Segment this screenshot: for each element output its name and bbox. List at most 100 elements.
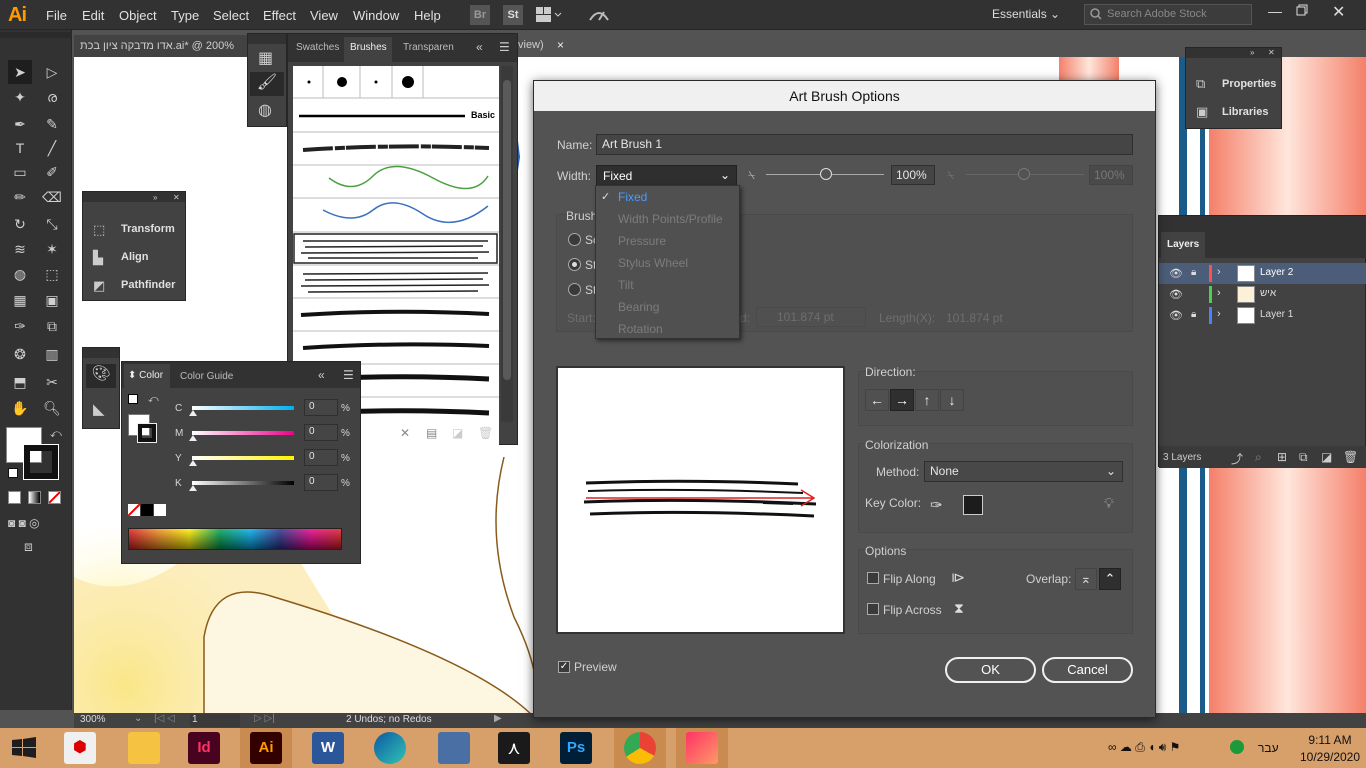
name-input[interactable]: Art Brush 1 — [596, 134, 1133, 155]
color-stroke-swatch[interactable] — [137, 423, 157, 443]
slider-value-y[interactable]: 0 — [304, 449, 338, 466]
remove-stroke-icon[interactable]: ✕ — [400, 426, 410, 440]
line-tool-icon[interactable]: ╱ — [40, 136, 64, 160]
eyedropper-tool-icon[interactable]: ✑ — [8, 314, 32, 338]
color-panel-icon[interactable]: 🎨︎ — [86, 364, 116, 388]
next-artboard-icon[interactable]: ▷ ▷| — [254, 713, 275, 724]
tips-lightbulb-icon[interactable]: 💡︎ — [1104, 495, 1114, 512]
direction-left-button[interactable]: ← — [865, 389, 889, 411]
close-window-icon[interactable]: ✕ — [1332, 2, 1345, 22]
rectangle-tool-icon[interactable]: ▭ — [8, 160, 32, 184]
input-language[interactable]: עבר — [1258, 741, 1279, 755]
locate-object-icon[interactable]: ⌕ — [1255, 450, 1262, 465]
blend-tool-icon[interactable]: ⧉ — [40, 314, 64, 338]
mini-swap-icon[interactable]: ⤺ — [148, 394, 159, 405]
photoshop-icon[interactable]: Ps — [560, 732, 592, 764]
search-stock-input[interactable]: Search Adobe Stock — [1084, 4, 1252, 25]
visibility-eye-icon[interactable]: 👁︎ — [1169, 267, 1183, 280]
libraries-label[interactable]: Libraries — [1222, 106, 1268, 118]
slider-track-k[interactable] — [192, 481, 294, 485]
visibility-eye-icon[interactable]: 👁︎ — [1169, 288, 1183, 301]
zoom-level[interactable]: 300% — [80, 714, 106, 725]
eraser-tool-icon[interactable]: ⌫ — [40, 185, 64, 209]
direction-up-button[interactable]: ↑ — [915, 389, 939, 411]
slider-value-c[interactable]: 0 — [304, 399, 338, 416]
puppet-warp-tool-icon[interactable]: ✶ — [40, 237, 64, 261]
symbol-sprayer-tool-icon[interactable]: ❂ — [8, 342, 32, 366]
delete-brush-icon[interactable]: 🗑︎ — [478, 426, 493, 440]
zoom-dropdown-icon[interactable]: ⌄ — [134, 713, 142, 724]
scale-tool-icon[interactable]: ⤡ — [40, 212, 64, 236]
width-percent-input[interactable]: 100% — [891, 165, 935, 185]
menu-edit[interactable]: Edit — [82, 8, 104, 23]
lock-icon[interactable]: 🔒︎ — [1191, 267, 1196, 278]
slider-value-k[interactable]: 0 — [304, 474, 338, 491]
layer-name[interactable]: Layer 2 — [1260, 267, 1293, 278]
close-dock-icon[interactable]: ✕ — [1268, 48, 1275, 57]
none-mode-icon[interactable] — [48, 491, 61, 504]
pathfinder-icon[interactable]: ◩ — [93, 278, 105, 294]
gradient-tool-icon[interactable]: ▣ — [40, 288, 64, 312]
direction-right-button[interactable]: → — [890, 389, 914, 411]
indesign-icon[interactable]: Id — [188, 732, 220, 764]
stretch-to-fit-radio[interactable] — [568, 258, 581, 271]
close-panel-icon[interactable]: ✕ — [173, 193, 180, 202]
creative-cloud-icon[interactable] — [686, 732, 718, 764]
curvature-tool-icon[interactable]: ✎ — [40, 112, 64, 136]
new-layer-icon[interactable]: ◪ — [1321, 450, 1332, 464]
menu-effect[interactable]: Effect — [263, 8, 296, 23]
expand-layer-icon[interactable]: › — [1217, 266, 1221, 278]
key-color-swatch[interactable] — [963, 495, 983, 515]
stock-button[interactable]: St — [503, 5, 523, 25]
first-artboard-icon[interactable]: |◁ ◁ — [154, 713, 175, 724]
swatches-panel-icon[interactable]: ▦ — [258, 48, 273, 68]
menu-help[interactable]: Help — [414, 8, 441, 23]
zoom-tool-icon[interactable]: 🔍︎ — [40, 396, 64, 420]
acrobat-reader-icon[interactable]: ⬢ — [64, 732, 96, 764]
menu-select[interactable]: Select — [213, 8, 249, 23]
type-tool-icon[interactable]: T — [8, 136, 32, 160]
ok-button[interactable]: OK — [945, 657, 1036, 683]
layer-row-layer1[interactable]: 👁︎ 🔒︎ › Layer 1 — [1159, 305, 1366, 326]
quick-swatches[interactable] — [128, 504, 166, 516]
dropdown-item-fixed[interactable]: Fixed — [618, 190, 647, 204]
menu-window[interactable]: Window — [353, 8, 399, 23]
layer-name[interactable]: Layer 1 — [1260, 309, 1293, 320]
width-slider-thumb[interactable] — [820, 168, 832, 180]
pathfinder-label[interactable]: Pathfinder — [121, 279, 175, 291]
gradient-mode-icon[interactable] — [28, 491, 41, 504]
document-tab[interactable]: אדו מדבקה ציון בכת.ai* @ 200% — [74, 35, 254, 57]
new-brush-icon[interactable]: ◪ — [452, 426, 463, 440]
minimize-icon[interactable]: — — [1268, 3, 1282, 19]
dropdown-item-pressure[interactable]: Pressure — [618, 234, 666, 248]
acrobat-icon[interactable]: ⋏ — [498, 732, 530, 764]
slider-thumb-c[interactable] — [189, 410, 197, 416]
collapse-color-panel-icon[interactable]: « — [318, 368, 325, 382]
menu-view[interactable]: View — [310, 8, 338, 23]
slider-track-y[interactable] — [192, 456, 294, 460]
screen-mode-icon[interactable]: ⧈ — [24, 538, 33, 555]
align-icon[interactable]: ▙ — [93, 250, 103, 266]
remote-desktop-icon[interactable] — [438, 732, 470, 764]
paintbrush-tool-icon[interactable]: ✐ — [40, 160, 64, 184]
dropdown-item-width-points[interactable]: Width Points/Profile — [618, 212, 723, 226]
menu-type[interactable]: Type — [171, 8, 199, 23]
windows-start-icon[interactable] — [12, 737, 36, 759]
expand-dock-icon[interactable]: » — [1250, 48, 1254, 57]
eyedropper-icon[interactable]: ✑ — [930, 496, 943, 514]
slice-tool-icon[interactable]: ✂ — [40, 370, 64, 394]
menu-file[interactable]: File — [46, 8, 67, 23]
collapse-panel-icon[interactable]: « — [476, 40, 483, 54]
color-spectrum[interactable] — [128, 528, 342, 550]
stretch-between-guides-radio[interactable] — [568, 283, 581, 296]
transform-label[interactable]: Transform — [121, 223, 175, 235]
file-explorer-icon[interactable] — [128, 732, 160, 764]
magic-wand-tool-icon[interactable]: ✦ — [8, 85, 32, 109]
preview-checkbox[interactable]: ✓ — [558, 661, 570, 673]
dropdown-item-rotation[interactable]: Rotation — [618, 322, 663, 336]
method-select[interactable]: None ⌄ — [924, 461, 1123, 482]
shaper-tool-icon[interactable]: ✏ — [8, 185, 32, 209]
transparency-panel-icon[interactable]: ◍ — [258, 100, 272, 120]
expand-icon[interactable]: » — [153, 193, 157, 202]
direction-down-button[interactable]: ↓ — [940, 389, 964, 411]
